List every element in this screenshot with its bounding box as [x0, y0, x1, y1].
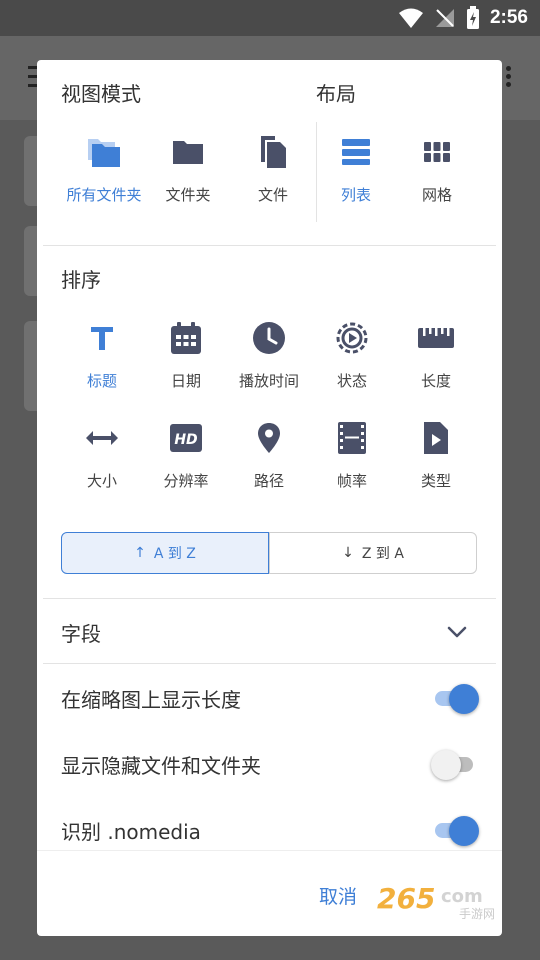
wifi-icon [398, 8, 423, 28]
view-mode-title: 视图模式 [61, 82, 141, 106]
status-icons: 2:56 [398, 6, 528, 30]
sort-date-option[interactable]: 日期 [144, 318, 228, 391]
toggle-label: 显示隐藏文件和文件夹 [61, 753, 261, 778]
sort-label: 播放时间 [238, 372, 299, 390]
svg-text:com: com [441, 886, 483, 907]
show-length-switch[interactable] [431, 683, 479, 714]
sort-label: 分辨率 [163, 472, 209, 490]
view-mode-label: 所有文件夹 [66, 186, 142, 204]
status-icon [332, 318, 372, 358]
hd-icon: HD [166, 418, 206, 458]
video-file-icon [416, 418, 456, 458]
chevron-down-icon [447, 626, 467, 638]
calendar-icon [166, 318, 206, 358]
sort-label: 标题 [86, 372, 117, 390]
sort-label: 长度 [420, 372, 451, 390]
sort-label: 类型 [420, 472, 451, 490]
status-time: 2:56 [489, 7, 528, 28]
layout-list[interactable]: 列表 [314, 132, 398, 205]
arrow-down-icon: ↓ [342, 545, 354, 561]
view-mode-label: 文件 [257, 186, 288, 204]
no-signal-icon [435, 9, 454, 27]
sort-ascending-label: A 到 Z [153, 546, 196, 562]
layout-label: 网格 [421, 186, 452, 204]
nomedia-switch[interactable] [431, 815, 479, 846]
arrow-up-icon: ↑ [134, 545, 146, 561]
sort-title: 排序 [61, 268, 101, 292]
title-icon [82, 318, 122, 358]
size-icon [82, 418, 122, 458]
sort-title-option[interactable]: 标题 [60, 318, 144, 391]
folder-icon [168, 132, 208, 172]
view-mode-folder[interactable]: 文件夹 [146, 132, 230, 205]
battery-charging-icon [466, 6, 479, 29]
status-bar: 2:56 [0, 0, 540, 36]
location-icon [249, 418, 289, 458]
toggle-row-show-hidden[interactable]: 显示隐藏文件和文件夹 [61, 742, 477, 786]
layout-label: 列表 [340, 186, 371, 204]
sort-label: 状态 [336, 372, 367, 390]
folders-icon [84, 132, 124, 172]
fields-row[interactable]: 字段 [61, 610, 477, 654]
sort-play-time-option[interactable]: 播放时间 [227, 318, 311, 391]
view-mode-file[interactable]: 文件 [231, 132, 315, 205]
toggle-label: 识别 .nomedia [61, 819, 201, 844]
fields-label: 字段 [61, 621, 101, 646]
footer-divider [37, 850, 502, 851]
sort-label: 帧率 [336, 472, 367, 490]
toggle-row-nomedia[interactable]: 识别 .nomedia [61, 808, 479, 852]
cancel-button[interactable]: 取消 [319, 882, 357, 909]
sort-length-option[interactable]: 长度 [394, 318, 478, 391]
file-icon [253, 132, 293, 172]
toggle-row-show-length[interactable]: 在缩略图上显示长度 [61, 676, 479, 720]
film-icon [332, 418, 372, 458]
sort-type-option[interactable]: 类型 [394, 418, 478, 491]
sort-label: 日期 [170, 372, 201, 390]
watermark-logo: 265 com 手游网 [377, 882, 495, 921]
list-icon [336, 132, 376, 172]
sort-descending-button[interactable]: ↓ Z 到 A [269, 532, 477, 574]
layout-title: 布局 [316, 82, 356, 106]
sort-path-option[interactable]: 路径 [227, 418, 311, 491]
sort-size-option[interactable]: 大小 [60, 418, 144, 491]
ruler-icon [416, 318, 456, 358]
section-divider [43, 663, 496, 664]
view-mode-all-folders[interactable]: 所有文件夹 [62, 132, 146, 205]
sort-descending-label: Z 到 A [361, 546, 404, 562]
layout-grid[interactable]: 网格 [395, 132, 479, 205]
grid-icon [417, 132, 457, 172]
section-divider [43, 598, 496, 599]
svg-text:HD: HD [174, 432, 197, 448]
sort-label: 路径 [253, 472, 284, 490]
sort-resolution-option[interactable]: HD 分辨率 [144, 418, 228, 491]
svg-text:手游网: 手游网 [459, 907, 495, 921]
clock-icon [249, 318, 289, 358]
sort-label: 大小 [86, 472, 117, 490]
toggle-label: 在缩略图上显示长度 [61, 687, 241, 712]
section-divider [43, 245, 496, 246]
sort-order-toggle: ↑ A 到 Z ↓ Z 到 A [61, 532, 477, 574]
sort-ascending-button[interactable]: ↑ A 到 Z [61, 532, 269, 574]
view-options-dialog: 视图模式 布局 所有文件夹 文件夹 文件 列表 网格 排序 标题 日期 播放时间… [37, 60, 502, 936]
svg-text:265: 265 [377, 882, 435, 915]
view-mode-label: 文件夹 [165, 186, 211, 204]
sort-status-option[interactable]: 状态 [310, 318, 394, 391]
show-hidden-switch[interactable] [431, 749, 477, 780]
sort-frame-rate-option[interactable]: 帧率 [310, 418, 394, 491]
more-icon [506, 66, 512, 90]
